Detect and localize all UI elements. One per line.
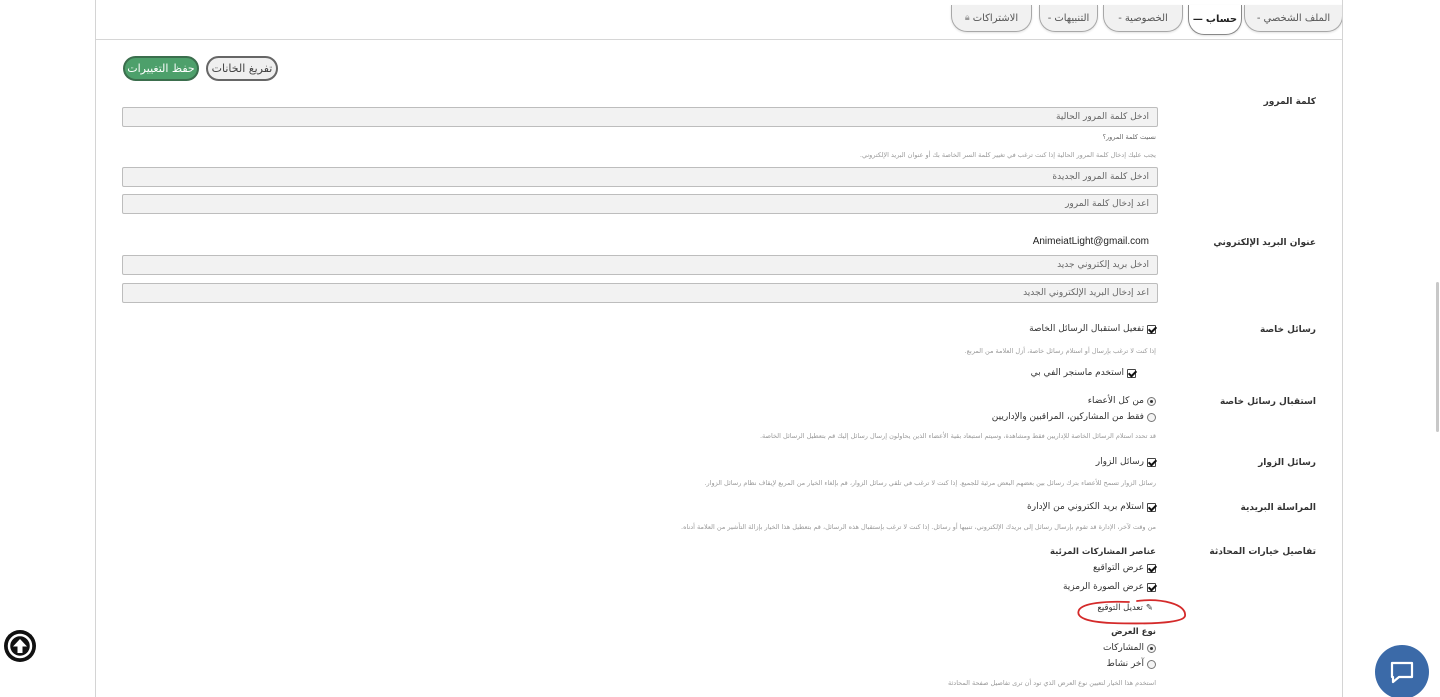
receive-staff-radio[interactable] (1147, 412, 1156, 422)
tab-dash-icon: - (1047, 12, 1052, 24)
tab-privacy[interactable]: الخصوصية - (1103, 5, 1183, 32)
tab-dash-icon: - (1256, 12, 1261, 24)
tab-label: حساب (1205, 14, 1238, 25)
tab-label: الملف الشخصي (1263, 12, 1331, 24)
visitor-messages-hint: رسائل الزوار تسمح للأعضاء بترك رسائل بين… (704, 479, 1156, 487)
tab-dash-icon: - (1118, 12, 1122, 24)
clear-fields-button[interactable]: تفريغ الخانات (206, 56, 278, 81)
tab-dash-icon: — (1192, 14, 1203, 25)
show-signatures-checkbox[interactable] (1147, 563, 1156, 573)
admin-email-row[interactable]: استلام بريد الكتروني من الإدارة (1027, 502, 1156, 512)
tab-label: الخصوصية (1124, 12, 1168, 24)
admin-email-label: استلام بريد الكتروني من الإدارة (1027, 502, 1144, 512)
tab-account[interactable]: حساب — (1188, 5, 1242, 35)
current-email-value: AnimeiatLight@gmail.com (1032, 236, 1149, 247)
new-email-input[interactable] (122, 255, 1158, 275)
arrow-up-icon (7, 633, 33, 659)
show-signatures-row[interactable]: عرض التواقيع (1093, 563, 1156, 573)
enable-pm-label: تفعيل استقبال الرسائل الخاصة (1029, 324, 1144, 334)
chat-bubble-icon (1390, 661, 1414, 684)
tab-subscriptions[interactable]: الاشتراكات 🔒︎ (951, 5, 1032, 32)
visitor-messages-row[interactable]: رسائل الزوار (1096, 457, 1156, 467)
admin-email-checkbox[interactable] (1147, 502, 1156, 512)
current-password-input[interactable] (122, 107, 1158, 127)
scroll-to-top-button[interactable] (4, 630, 36, 662)
receive-pm-label: استقبال رسائل خاصة (1219, 397, 1316, 407)
tab-profile[interactable]: الملف الشخصي - (1244, 5, 1342, 32)
visitor-messages-text: رسائل الزوار (1095, 457, 1144, 467)
receive-all-radio[interactable] (1147, 396, 1156, 406)
receive-all-row[interactable]: من كل الأعضاء (1088, 396, 1156, 406)
page-scrollbar[interactable] (1436, 282, 1439, 432)
visitor-messages-checkbox[interactable] (1147, 457, 1156, 467)
thread-options-label: تفاصيل خيارات المحادثة (1209, 547, 1316, 557)
mode-last-active-row[interactable]: آخر نشاط (1106, 659, 1156, 669)
mode-last-active-label: آخر نشاط (1106, 659, 1145, 669)
receive-pm-hint: قد تحدد استلام الرسائل الخاصة للإداريين … (759, 432, 1156, 440)
enable-pm-checkbox[interactable] (1147, 324, 1156, 334)
messenger-checkbox[interactable] (1127, 368, 1136, 378)
receive-staff-label: فقط من المشاركين، المراقبين والإداريين (991, 412, 1144, 422)
tab-bar: الملف الشخصي - حساب — الخصوصية - التنبيهات -… (96, 0, 1342, 40)
messenger-row[interactable]: استخدم ماسنجر الفي بي (1031, 368, 1136, 378)
mode-posts-row[interactable]: المشاركات (1103, 643, 1156, 653)
mode-last-active-radio[interactable] (1147, 659, 1156, 669)
mode-posts-radio[interactable] (1147, 643, 1156, 653)
chat-button[interactable] (1375, 645, 1429, 697)
show-signatures-label: عرض التواقيع (1093, 563, 1144, 573)
lock-icon: 🔒︎ (964, 13, 970, 23)
settings-panel: الملف الشخصي - حساب — الخصوصية - التنبيهات -… (95, 0, 1343, 697)
new-password-input[interactable] (122, 167, 1158, 187)
messenger-label: استخدم ماسنجر الفي بي (1030, 368, 1124, 378)
confirm-email-input[interactable] (122, 283, 1158, 303)
mail-settings-hint: من وقت لآخر، الإدارة قد تقوم بإرسال رسائ… (681, 523, 1156, 531)
tab-label: التنبيهات (1054, 12, 1090, 24)
receive-staff-row[interactable]: فقط من المشاركين، المراقبين والإداريين (992, 412, 1156, 422)
tab-notifications[interactable]: التنبيهات - (1039, 5, 1098, 32)
private-messages-label: رسائل خاصة (1260, 325, 1316, 335)
show-avatars-label: عرض الصورة الرمزية (1062, 582, 1144, 592)
tab-label: الاشتراكات (972, 12, 1019, 24)
email-label: عنوان البريد الإلكتروني (1213, 238, 1316, 248)
show-avatars-checkbox[interactable] (1147, 582, 1156, 592)
enable-pm-row[interactable]: تفعيل استقبال الرسائل الخاصة (1029, 324, 1156, 334)
visitor-messages-label: رسائل الزوار (1258, 458, 1316, 468)
mail-settings-label: المراسلة البريدية (1240, 503, 1316, 513)
receive-all-label: من كل الأعضاء (1087, 396, 1144, 406)
confirm-password-input[interactable] (122, 194, 1158, 214)
pm-hint: إذا كنت لا ترغب بإرسال أو استلام رسائل خ… (964, 347, 1157, 355)
display-mode-hint: استخدم هذا الخيار لتعيين نوع العرض الذي … (948, 679, 1156, 687)
password-hint: يجب عليك إدخال كلمة المرور الحالية إذا ك… (859, 151, 1156, 159)
password-label: كلمة المرور (1263, 97, 1316, 107)
mode-posts-label: المشاركات (1102, 643, 1144, 653)
forgot-password-link[interactable]: نسيت كلمة المرور؟ (1103, 133, 1156, 141)
annotation-circle (1077, 599, 1186, 625)
save-changes-button[interactable]: حفظ التغييرات (123, 56, 199, 81)
show-avatars-row[interactable]: عرض الصورة الرمزية (1063, 582, 1156, 592)
visible-elements-title: عناصر المشاركات المرئية (1049, 547, 1156, 557)
